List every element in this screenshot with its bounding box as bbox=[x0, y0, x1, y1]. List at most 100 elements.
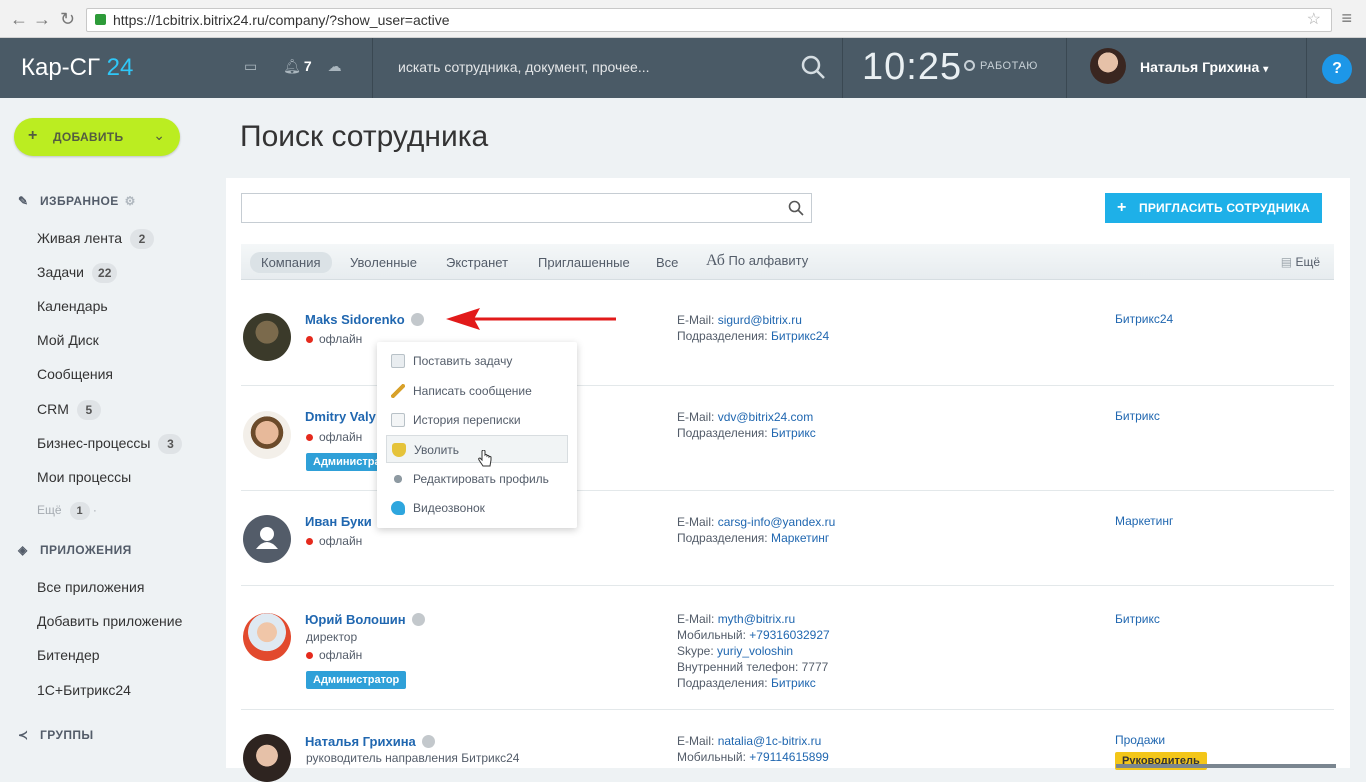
sidebar-item-bitender[interactable]: Битендер bbox=[37, 647, 100, 663]
sidebar-item-crm[interactable]: CRM 5 bbox=[37, 400, 101, 420]
email-link[interactable]: myth@bitrix.ru bbox=[718, 612, 796, 626]
filter-bar: Компания Уволенные Экстранет Приглашенны… bbox=[241, 244, 1334, 280]
star-icon[interactable]: ☆ bbox=[1307, 9, 1321, 31]
portal-logo[interactable]: Кар-СГ 24 bbox=[21, 54, 133, 82]
email-link[interactable]: natalia@1c-bitrix.ru bbox=[718, 734, 822, 748]
department-link[interactable]: Битрикс24 bbox=[771, 329, 829, 343]
avatar[interactable] bbox=[243, 613, 291, 661]
department-link[interactable]: Продажи bbox=[1115, 733, 1165, 747]
sidebar-item-my-processes[interactable]: Мои процессы bbox=[37, 469, 131, 485]
menu-item-fire[interactable]: Уволить bbox=[386, 435, 568, 463]
avatar[interactable] bbox=[243, 515, 291, 563]
back-icon[interactable]: ← bbox=[10, 9, 28, 29]
hand-cursor-icon bbox=[478, 450, 492, 467]
chevron-down-icon: ⌄ bbox=[153, 127, 165, 143]
favorites-header[interactable]: ✎ ИЗБРАННОЕ ⚙ bbox=[18, 194, 136, 208]
search-icon[interactable] bbox=[788, 200, 804, 216]
employee-name[interactable]: Юрий Волошин bbox=[305, 612, 425, 627]
bell-icon[interactable]: 🔔︎ bbox=[283, 58, 301, 74]
employee-name[interactable]: Maks Sidorenko bbox=[305, 312, 424, 327]
cloud-icon[interactable]: ☁ bbox=[328, 58, 342, 74]
sidebar-item-business-processes[interactable]: Бизнес-процессы 3 bbox=[37, 434, 183, 454]
tab-extranet[interactable]: Экстранет bbox=[446, 255, 508, 270]
search-icon[interactable] bbox=[800, 54, 826, 80]
user-menu[interactable]: Наталья Грихина ▾ bbox=[1140, 59, 1268, 75]
history-icon bbox=[391, 413, 405, 427]
tab-company[interactable]: Компания bbox=[250, 252, 332, 273]
global-search-input[interactable]: искать сотрудника, документ, прочее... bbox=[398, 59, 650, 75]
clock[interactable]: 10:25 bbox=[862, 46, 962, 89]
status-offline: офлайн bbox=[306, 332, 362, 346]
menu-item-set-task[interactable]: Поставить задачу bbox=[386, 347, 568, 375]
sidebar-item-add-app[interactable]: Добавить приложение bbox=[37, 613, 182, 629]
sidebar-item-1c-bitrix[interactable]: 1С+Битрикс24 bbox=[37, 682, 131, 698]
address-bar[interactable]: https://1cbitrix.bitrix24.ru/company/?sh… bbox=[86, 8, 1332, 32]
employee-name[interactable]: Dmitry Valy bbox=[305, 409, 376, 424]
employee-info: E-Mail: carsg-info@yandex.ru Подразделен… bbox=[677, 515, 836, 545]
help-button[interactable]: ? bbox=[1322, 54, 1352, 84]
employee-info: E-Mail: sigurd@bitrix.ru Подразделения: … bbox=[677, 313, 830, 343]
department-link[interactable]: Маркетинг bbox=[1115, 514, 1173, 528]
sidebar-item-live-feed[interactable]: Живая лента 2 bbox=[37, 229, 155, 249]
gear-icon[interactable] bbox=[410, 313, 424, 326]
sidebar-item-all-apps[interactable]: Все приложения bbox=[37, 579, 144, 595]
work-status[interactable]: РАБОТАЮ bbox=[964, 60, 1038, 72]
add-button[interactable]: + ДОБАВИТЬ ⌄ bbox=[14, 118, 180, 156]
email-link[interactable]: sigurd@bitrix.ru bbox=[718, 313, 802, 327]
divider bbox=[372, 38, 373, 98]
email-link[interactable]: carsg-info@yandex.ru bbox=[718, 515, 836, 529]
invite-employee-button[interactable]: + ПРИГЛАСИТЬ СОТРУДНИКА bbox=[1105, 193, 1322, 223]
department-link[interactable]: Битрикс bbox=[771, 676, 816, 690]
phone-link[interactable]: +79316032927 bbox=[749, 628, 829, 642]
tab-invited[interactable]: Приглашенные bbox=[538, 255, 630, 270]
sidebar-item-tasks[interactable]: Задачи 22 bbox=[37, 263, 118, 283]
phone-link[interactable]: +79114615899 bbox=[749, 750, 829, 764]
employee-name[interactable]: Иван Буки bbox=[305, 514, 372, 529]
sidebar: + ДОБАВИТЬ ⌄ ✎ ИЗБРАННОЕ ⚙ Живая лента 2 За… bbox=[0, 98, 226, 768]
menu-item-video-call[interactable]: Видеозвонок bbox=[386, 494, 568, 522]
sidebar-item-calendar[interactable]: Календарь bbox=[37, 298, 108, 314]
gear-icon[interactable]: ⚙ bbox=[125, 194, 136, 208]
groups-header[interactable]: ≺ ГРУППЫ bbox=[18, 728, 94, 742]
apps-header[interactable]: ◈ ПРИЛОЖЕНИЯ bbox=[18, 543, 132, 557]
pencil-icon bbox=[391, 384, 405, 398]
skype-link[interactable]: yuriy_voloshin bbox=[717, 644, 793, 658]
gear-icon[interactable] bbox=[421, 735, 435, 748]
employee-context-menu: Поставить задачу Написать сообщение Исто… bbox=[377, 342, 577, 528]
employee-search-input[interactable] bbox=[241, 193, 812, 223]
department-link[interactable]: Битрикс24 bbox=[1115, 312, 1173, 326]
email-link[interactable]: vdv@bitrix24.com bbox=[718, 410, 814, 424]
employee-post: директор bbox=[306, 630, 358, 644]
gear-icon[interactable] bbox=[411, 613, 425, 626]
horizontal-scrollbar[interactable] bbox=[1116, 764, 1336, 768]
menu-item-write-message[interactable]: Написать сообщение bbox=[386, 377, 568, 405]
menu-item-history[interactable]: История переписки bbox=[386, 406, 568, 434]
offline-dot-icon bbox=[306, 538, 313, 545]
reload-icon[interactable]: ↻ bbox=[60, 9, 75, 29]
employee-info: E-Mail: natalia@1c-bitrix.ru Мобильный: … bbox=[677, 734, 829, 764]
department-link[interactable]: Маркетинг bbox=[771, 531, 829, 545]
avatar[interactable] bbox=[243, 313, 291, 361]
user-avatar[interactable] bbox=[1090, 48, 1126, 84]
more-button[interactable]: ▤ Ещё bbox=[1281, 255, 1320, 269]
tab-all[interactable]: Все bbox=[656, 255, 678, 270]
tab-alphabet[interactable]: Аб По алфавиту bbox=[706, 252, 808, 270]
divider bbox=[842, 38, 843, 98]
browser-menu-icon[interactable]: ≡ bbox=[1341, 8, 1352, 29]
pin-icon: ✎ bbox=[18, 194, 29, 208]
avatar[interactable] bbox=[243, 411, 291, 459]
sidebar-item-messages[interactable]: Сообщения bbox=[37, 366, 113, 382]
department-link[interactable]: Битрикс bbox=[1115, 612, 1160, 626]
department-link[interactable]: Битрикс bbox=[771, 426, 816, 440]
sidebar-item-disk[interactable]: Мой Диск bbox=[37, 332, 99, 348]
department-link[interactable]: Битрикс bbox=[1115, 409, 1160, 423]
avatar[interactable] bbox=[243, 734, 291, 782]
menu-item-edit-profile[interactable]: Редактировать профиль bbox=[386, 465, 568, 493]
tab-fired[interactable]: Уволенные bbox=[350, 255, 417, 270]
messages-icon[interactable]: ▭ bbox=[244, 58, 257, 74]
url-text: https://1cbitrix.bitrix24.ru/company/?sh… bbox=[113, 12, 450, 28]
lock-icon bbox=[95, 14, 106, 25]
forward-icon[interactable]: → bbox=[33, 9, 51, 29]
employee-name[interactable]: Наталья Грихина bbox=[305, 734, 435, 749]
sidebar-more[interactable]: Ещё 1 · bbox=[37, 502, 97, 520]
